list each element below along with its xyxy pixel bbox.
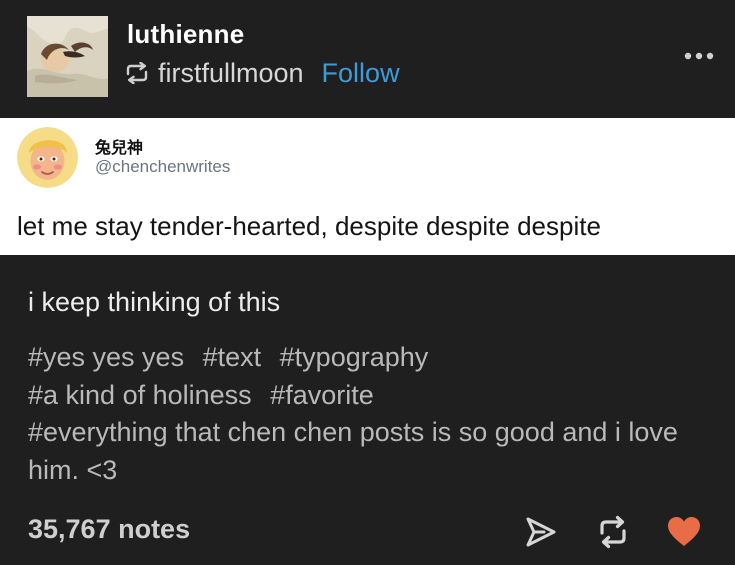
notes-count[interactable]: 35,767 notes xyxy=(28,514,190,545)
post-header: luthienne firstfullmoon Follow xyxy=(0,0,735,118)
tag-link[interactable]: #favorite xyxy=(270,380,374,410)
like-button[interactable] xyxy=(666,514,702,550)
tag-link[interactable]: #yes yes yes xyxy=(28,342,184,372)
blog-avatar[interactable] xyxy=(27,16,108,97)
follow-button[interactable]: Follow xyxy=(322,58,400,89)
reblog-icon xyxy=(126,62,148,84)
reblog-source-name[interactable]: firstfullmoon xyxy=(158,58,304,89)
tweet-handle: @chenchenwrites xyxy=(95,157,231,176)
blog-username[interactable]: luthienne xyxy=(127,19,244,50)
tweet-display-name: 兔兒神 xyxy=(95,138,144,157)
share-icon xyxy=(526,517,556,547)
tag-link[interactable]: #a kind of holiness xyxy=(28,380,252,410)
tumblr-post: luthienne firstfullmoon Follow 兔兒神 @chen… xyxy=(0,0,735,565)
more-options-button[interactable] xyxy=(683,46,715,66)
tag-link[interactable]: #text xyxy=(203,342,262,372)
heart-icon xyxy=(668,517,700,546)
reblog-source-row: firstfullmoon Follow xyxy=(124,57,400,89)
tag-link[interactable]: #typography xyxy=(280,342,429,372)
embedded-tweet-image: 兔兒神 @chenchenwrites let me stay tender-h… xyxy=(0,118,735,255)
share-button[interactable] xyxy=(522,514,558,550)
post-tags: #yes yes yes #text #typography #a kind o… xyxy=(28,339,688,489)
tag-link[interactable]: #everything that chen chen posts is so g… xyxy=(28,417,678,485)
post-caption: i keep thinking of this xyxy=(28,287,281,317)
ellipsis-icon xyxy=(684,52,714,60)
tweet-text: let me stay tender-hearted, despite desp… xyxy=(17,211,601,241)
reblog-icon xyxy=(600,515,626,549)
tweet-avatar xyxy=(17,127,78,188)
reblog-button[interactable] xyxy=(595,514,631,550)
